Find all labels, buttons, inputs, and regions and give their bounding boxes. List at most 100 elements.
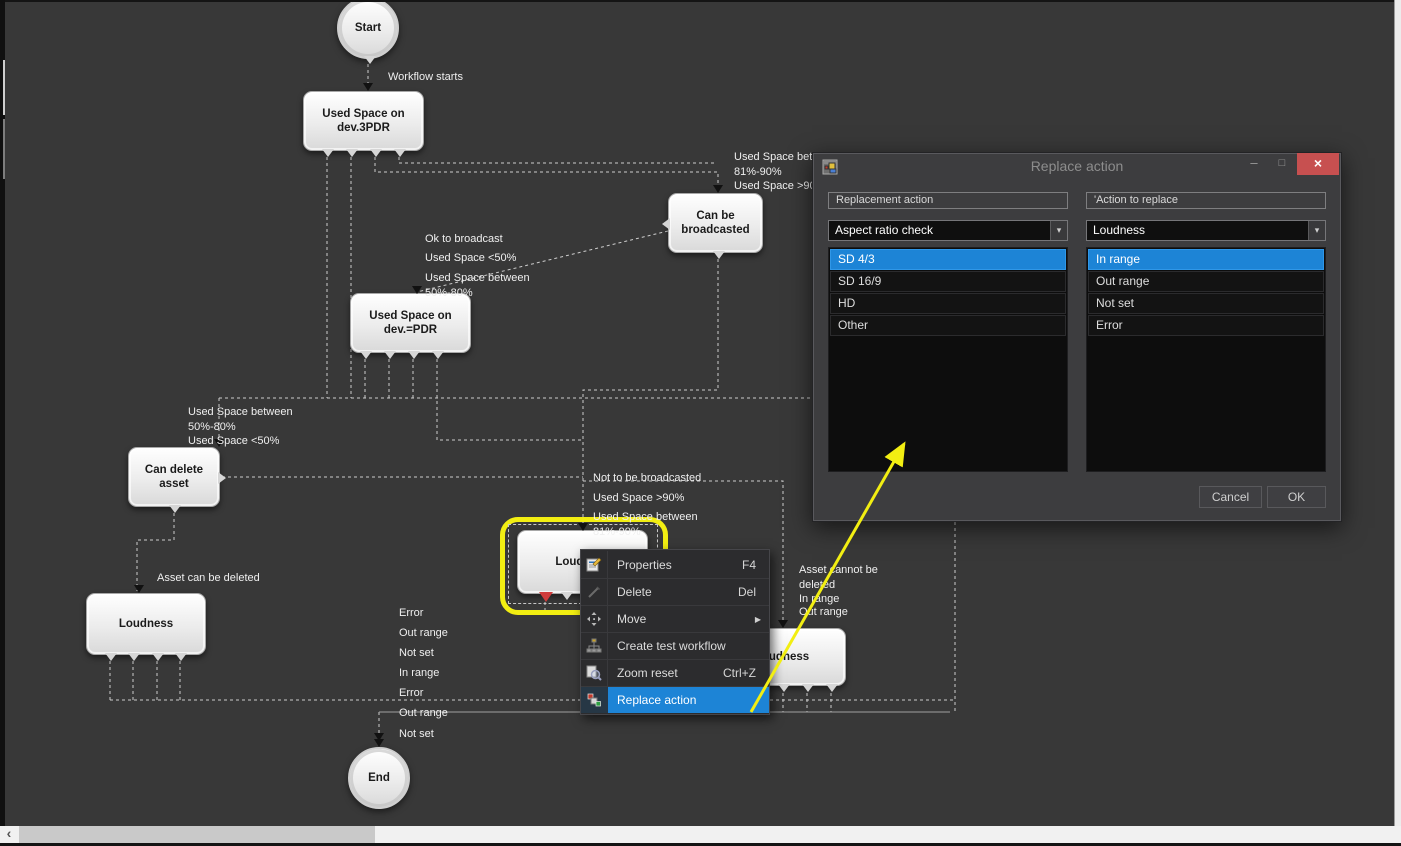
output-port[interactable] xyxy=(802,684,814,692)
output-port[interactable] xyxy=(322,149,334,157)
node-can-delete-asset[interactable]: Can delete asset xyxy=(128,447,220,507)
edge-label: Out range xyxy=(399,626,448,641)
context-menu: PropertiesF4DeleteDelMove▶Create test wo… xyxy=(580,549,770,715)
menu-item-label: Move xyxy=(608,612,755,626)
menu-item-shortcut: Del xyxy=(738,585,769,599)
scroll-left-icon[interactable]: ‹ xyxy=(0,826,18,843)
list-option-not-set[interactable]: Not set xyxy=(1088,293,1324,314)
output-port[interactable] xyxy=(384,351,396,359)
list-option-sd-16-9[interactable]: SD 16/9 xyxy=(830,271,1066,292)
menu-item-replace-action[interactable]: Replace action xyxy=(581,686,769,713)
node-label: End xyxy=(368,771,390,785)
arrowhead-icon xyxy=(374,739,384,747)
horizontal-scrollbar-thumb[interactable] xyxy=(19,826,375,843)
output-port[interactable] xyxy=(360,351,372,359)
replacement-action-combobox[interactable]: Aspect ratio check ▾ xyxy=(828,220,1068,241)
edge-label: Used Space between 81%-90% xyxy=(593,510,698,539)
node-label: Used Space on dev.3PDR xyxy=(322,107,404,136)
edge-label: Not set xyxy=(399,646,434,661)
chevron-down-icon[interactable]: ▾ xyxy=(1050,221,1067,240)
action-to-replace-list: In rangeOut rangeNot setError xyxy=(1086,247,1326,472)
edge-label: Used Space between 50%-80% Used Space <5… xyxy=(188,405,293,449)
output-port[interactable] xyxy=(370,149,382,157)
edge-label: Out range xyxy=(399,706,448,721)
list-option-sd-4-3[interactable]: SD 4/3 xyxy=(830,249,1066,270)
replace-action-dialog: Replace action – □ × Replacement action … xyxy=(812,152,1342,522)
node-label: Used Space on dev.=PDR xyxy=(369,309,451,338)
horizontal-scrollbar[interactable]: ‹ xyxy=(0,826,1401,843)
maximize-button[interactable]: □ xyxy=(1269,153,1295,175)
zoom-reset-icon xyxy=(581,660,608,686)
output-port[interactable] xyxy=(713,251,725,259)
output-port[interactable] xyxy=(105,653,117,661)
arrowhead-icon xyxy=(578,523,588,531)
properties-icon xyxy=(581,551,608,578)
arrowhead-icon xyxy=(713,185,723,193)
chevron-down-icon[interactable]: ▾ xyxy=(1308,221,1325,240)
output-port[interactable] xyxy=(218,472,226,484)
list-option-error[interactable]: Error xyxy=(1088,315,1324,336)
vertical-scrollbar[interactable] xyxy=(1394,0,1401,846)
list-option-hd[interactable]: HD xyxy=(830,293,1066,314)
close-button[interactable]: × xyxy=(1297,153,1339,175)
menu-item-properties[interactable]: PropertiesF4 xyxy=(581,551,769,578)
menu-item-label: Replace action xyxy=(608,693,769,707)
node-end[interactable]: End xyxy=(348,747,410,809)
output-port[interactable] xyxy=(175,653,187,661)
menu-item-move[interactable]: Move▶ xyxy=(581,605,769,632)
menu-item-label: Delete xyxy=(608,585,738,599)
replacement-action-list: SD 4/3SD 16/9HDOther xyxy=(828,247,1068,472)
left-panel-edge-segment xyxy=(3,60,5,115)
action-to-replace-group-label: 'Action to replace xyxy=(1086,192,1326,209)
menu-item-label: Zoom reset xyxy=(608,666,723,680)
node-label: Start xyxy=(355,21,381,35)
edge-label: Used Space >90% xyxy=(593,491,684,506)
arrowhead-icon xyxy=(363,83,373,91)
list-option-other[interactable]: Other xyxy=(830,315,1066,336)
connector-line xyxy=(399,151,715,163)
ok-button[interactable]: OK xyxy=(1267,486,1326,508)
edge-label: Asset can be deleted xyxy=(157,571,260,586)
output-port[interactable] xyxy=(778,684,790,692)
list-option-in-range[interactable]: In range xyxy=(1088,249,1324,270)
output-port[interactable] xyxy=(432,351,444,359)
workflow-icon xyxy=(581,633,608,659)
node-used-space-devpdr[interactable]: Used Space on dev.=PDR xyxy=(350,293,471,353)
replacement-action-combobox-value: Aspect ratio check xyxy=(835,223,933,237)
menu-item-shortcut: Ctrl+Z xyxy=(723,666,769,680)
arrowhead-icon xyxy=(778,620,788,628)
delete-icon xyxy=(581,579,608,605)
cancel-button[interactable]: Cancel xyxy=(1199,486,1262,508)
node-can-be-broadcasted[interactable]: Can be broadcasted xyxy=(668,193,763,253)
menu-item-zoom-reset[interactable]: Zoom resetCtrl+Z xyxy=(581,659,769,686)
menu-item-create-test-workflow[interactable]: Create test workflow xyxy=(581,632,769,659)
edge-label: In range xyxy=(399,666,439,681)
action-to-replace-combobox[interactable]: Loudness ▾ xyxy=(1086,220,1326,241)
output-port[interactable] xyxy=(364,56,376,64)
menu-item-shortcut: F4 xyxy=(742,558,769,572)
output-port[interactable] xyxy=(152,653,164,661)
output-port[interactable] xyxy=(561,592,573,600)
output-port[interactable] xyxy=(169,505,181,513)
action-to-replace-combobox-value: Loudness xyxy=(1093,223,1145,237)
error-port[interactable] xyxy=(539,592,553,602)
replace-action-icon xyxy=(581,687,608,713)
output-port[interactable] xyxy=(128,653,140,661)
node-start[interactable]: Start xyxy=(337,0,399,59)
arrowhead-icon xyxy=(412,286,422,294)
output-port[interactable] xyxy=(826,684,838,692)
move-icon xyxy=(581,606,608,632)
dialog-titlebar[interactable]: Replace action – □ × xyxy=(813,153,1341,181)
output-port[interactable] xyxy=(394,149,406,157)
input-port[interactable] xyxy=(662,218,670,230)
minimize-button[interactable]: – xyxy=(1241,153,1267,175)
list-option-out-range[interactable]: Out range xyxy=(1088,271,1324,292)
node-used-space-dev3pdr[interactable]: Used Space on dev.3PDR xyxy=(303,91,424,151)
output-port[interactable] xyxy=(408,351,420,359)
node-loudness-1[interactable]: Loudness xyxy=(86,593,206,655)
edge-label: Asset cannot be deleted In range xyxy=(799,563,878,607)
node-label: Loudness xyxy=(119,617,173,631)
edge-label: Not set xyxy=(399,727,434,742)
output-port[interactable] xyxy=(346,149,358,157)
menu-item-delete[interactable]: DeleteDel xyxy=(581,578,769,605)
